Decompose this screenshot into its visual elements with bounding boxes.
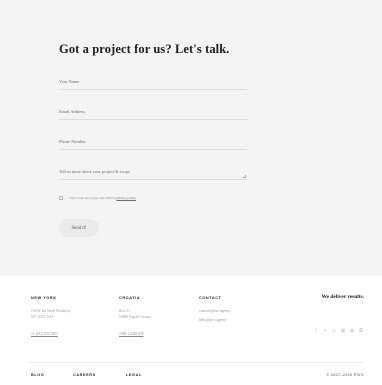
facebook-icon[interactable]: f: [313, 328, 319, 334]
office-new-york-phone-link[interactable]: +1 (212) 555 0151: [31, 332, 58, 336]
phone-field[interactable]: Phone Number: [59, 136, 247, 150]
office-new-york-heading: NEW YORK: [31, 296, 57, 300]
resize-handle-icon[interactable]: [243, 175, 246, 178]
contact-section: Got a project for us? Let's talk. Your N…: [0, 0, 382, 276]
nav-legal-link[interactable]: LEGAL: [126, 373, 142, 377]
privacy-consent-checkbox[interactable]: [59, 196, 63, 200]
office-croatia-address-line-1: Ilica 31: [119, 309, 130, 313]
dribbble-icon[interactable]: ◉: [349, 328, 355, 334]
privacy-consent-text: I have read and agree with PIVO's privac…: [69, 196, 136, 200]
privacy-consent-label: I have read and agree with PIVO's: [69, 196, 116, 200]
office-croatia-phone-link[interactable]: +385 1 2345 678: [119, 332, 144, 336]
social-links: f ✦ ◎ ▣ ◉ ◘: [313, 328, 364, 334]
name-field[interactable]: Your Name: [59, 76, 247, 90]
office-croatia-address-line-2: 10000 Zagreb Croatia: [119, 315, 151, 319]
copyright: © 2007–2020 PIVO: [326, 373, 364, 377]
instagram-icon[interactable]: ◎: [331, 328, 337, 334]
project-scope-placeholder: Tell us more about your project & scope: [59, 169, 130, 174]
phone-field-placeholder: Phone Number: [59, 139, 86, 144]
office-new-york-address-line-2: NY 11201 USA: [31, 315, 54, 319]
privacy-policy-link[interactable]: privacy policy: [116, 196, 136, 200]
behance-icon[interactable]: ◘: [358, 328, 364, 334]
email-field-placeholder: Email Address: [59, 109, 85, 114]
office-new-york-address-line-1: 136 W 4th Street Brooklyn: [31, 309, 70, 313]
linkedin-icon[interactable]: ▣: [340, 328, 346, 334]
contact-heading: CONTACT: [199, 296, 222, 300]
nav-blog-link[interactable]: BLOG: [31, 373, 44, 377]
footer-divider: [30, 362, 364, 363]
nav-careers-link[interactable]: CAREERS: [73, 373, 96, 377]
page-title: Got a project for us? Let's talk.: [59, 42, 230, 56]
office-croatia-heading: CROATIA: [119, 296, 141, 300]
hello-email-link[interactable]: hello@pivo.agency: [199, 318, 227, 324]
contact-email-link[interactable]: contact@pivo.agency: [199, 309, 230, 315]
tagline: We deliver results.: [321, 294, 364, 300]
privacy-consent: I have read and agree with PIVO's privac…: [59, 195, 136, 201]
project-scope-textarea[interactable]: Tell us more about your project & scope: [59, 166, 247, 180]
name-field-placeholder: Your Name: [59, 79, 80, 84]
email-field[interactable]: Email Address: [59, 106, 247, 120]
send-button[interactable]: Send it!: [59, 219, 99, 237]
twitter-icon[interactable]: ✦: [322, 328, 328, 334]
